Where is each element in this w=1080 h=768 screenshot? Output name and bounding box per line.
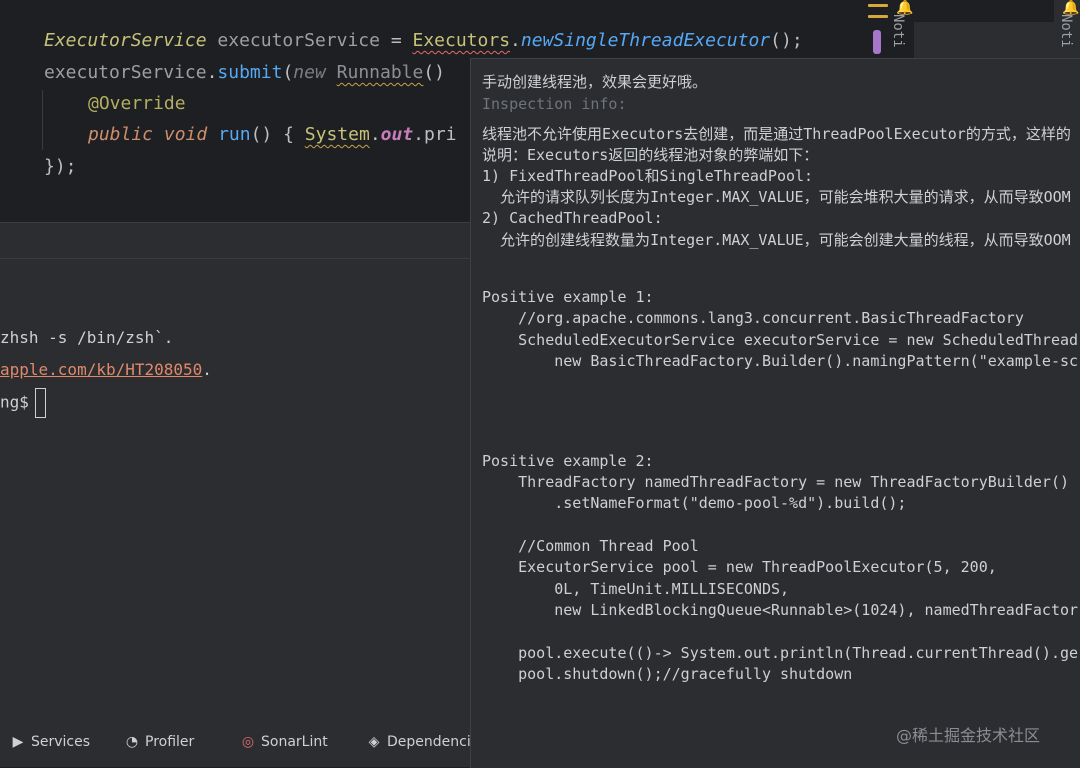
sonarlint-button[interactable]: ◎ SonarLint	[240, 734, 328, 750]
sonarlint-label: SonarLint	[261, 734, 328, 750]
class-token: Executors	[412, 30, 511, 51]
method-token: submit	[217, 62, 283, 83]
terminal-line: apple.com/kb/HT208050.	[0, 358, 212, 382]
var-token: executorService	[44, 62, 207, 83]
notifications-tab[interactable]: Noti	[890, 14, 906, 48]
sonarlint-icon: ◎	[241, 734, 255, 750]
profiler-button[interactable]: ◔ Profiler	[124, 734, 194, 750]
divider	[0, 222, 470, 223]
terminal-prompt[interactable]: ng$	[0, 388, 46, 418]
dot-token: .	[510, 30, 521, 51]
code-sample: 0L, TimeUnit.MILLISECONDS,	[482, 580, 790, 598]
notifications-tab[interactable]: Noti	[1058, 14, 1074, 48]
popup-desc: 允许的创建线程数量为Integer.MAX_VALUE，可能会创建大量的线程，从…	[482, 231, 1071, 249]
terminal-line: zhsh -s /bin/zsh`.	[0, 328, 174, 347]
code-sample: ThreadFactory namedThreadFactory = new T…	[482, 473, 1069, 491]
popup-desc: 说明：Executors返回的线程池对象的弊端如下：	[482, 146, 819, 164]
services-label: Services	[31, 734, 91, 750]
popup-desc: 允许的请求队列长度为Integer.MAX_VALUE，可能会堆积大量的请求，从…	[482, 188, 1071, 206]
method-token: newSingleThreadExecutor	[520, 30, 771, 51]
annotation-token: @Override	[88, 93, 186, 114]
code-line-1[interactable]: ExecutorService executorService = Execut…	[44, 26, 803, 56]
end-token: ()	[423, 62, 446, 83]
popup-desc: 线程池不允许使用Executors去创建，而是通过ThreadPoolExecu…	[482, 125, 1071, 143]
class-token: System	[304, 124, 370, 145]
profiler-icon: ◔	[125, 734, 139, 750]
menu-icon[interactable]	[868, 4, 888, 26]
dependencies-button[interactable]: ◈ Dependenci	[366, 734, 471, 750]
terminal-link[interactable]: apple.com/kb/HT208050	[0, 360, 202, 379]
code-sample: .setNameFormat("demo-pool-%d").build();	[482, 494, 907, 512]
code-line-2[interactable]: executorService.submit(new Runnable()	[44, 58, 445, 88]
inspection-info-label: Inspection info:	[482, 95, 627, 113]
prompt-text: ng$	[0, 392, 29, 412]
eq-token: =	[390, 30, 402, 51]
terminal-cursor	[34, 388, 46, 418]
code-sample: //Common Thread Pool	[482, 537, 699, 555]
code-sample: pool.execute(()-> System.out.println(Thr…	[482, 644, 1079, 662]
watermark: @稀土掘金技术社区	[896, 726, 1041, 745]
tail-token: .pri	[413, 124, 457, 145]
popup-desc: 1) FixedThreadPool和SingleThreadPool:	[482, 167, 814, 185]
dot-token: .	[206, 62, 218, 83]
code-line-3[interactable]: @Override	[88, 89, 186, 119]
field-token: out	[380, 124, 414, 145]
code-sample: ScheduledExecutorService executorService…	[482, 331, 1079, 349]
var-token: executorService	[217, 30, 380, 51]
code-sample: pool.shutdown();//gracefully shutdown	[482, 665, 853, 683]
code-line-5[interactable]: });	[44, 152, 77, 182]
end-token: ();	[770, 30, 803, 51]
bottom-tool-bar: ▶ Services ◔ Profiler ◎ SonarLint ◈ Dependen…	[0, 722, 471, 767]
code-sample: new LinkedBlockingQueue<Runnable>(1024),…	[482, 601, 1079, 619]
code-sample: new BasicThreadFactory.Builder().namingP…	[482, 352, 1079, 370]
keyword-token: public void	[88, 124, 208, 145]
example-title: Positive example 2:	[482, 452, 654, 470]
dot-token: .	[369, 124, 381, 145]
popup-desc: 2) CachedThreadPool:	[482, 209, 663, 227]
services-button[interactable]: ▶ Services	[10, 734, 90, 750]
code-sample: //org.apache.commons.lang3.concurrent.Ba…	[482, 309, 1024, 327]
indent-guide	[42, 90, 43, 150]
terminal-panel[interactable]	[0, 222, 470, 722]
popup-heading: 手动创建线程池，效果会更好哦。	[482, 73, 708, 91]
class-token: Runnable	[336, 62, 424, 83]
mid-token: () {	[250, 124, 294, 145]
code-line-4[interactable]: public void run() { System.out.pri	[88, 120, 457, 150]
profiler-label: Profiler	[145, 734, 195, 750]
terminal-text: .	[202, 360, 212, 379]
code-sample: ExecutorService pool = new ThreadPoolExe…	[482, 558, 997, 576]
services-icon: ▶	[12, 734, 24, 750]
dependencies-label: Dependenci	[387, 734, 471, 750]
closing-token: });	[44, 156, 77, 177]
marker-bar	[873, 30, 881, 54]
paren-token: (	[282, 62, 294, 83]
example-title: Positive example 1:	[482, 288, 654, 306]
type-token: ExecutorService	[44, 30, 207, 51]
divider	[0, 258, 470, 259]
side-panel-header	[914, 0, 1054, 22]
dependencies-icon: ◈	[368, 734, 380, 750]
keyword-token: new	[293, 62, 326, 83]
method-token: run	[218, 124, 251, 145]
